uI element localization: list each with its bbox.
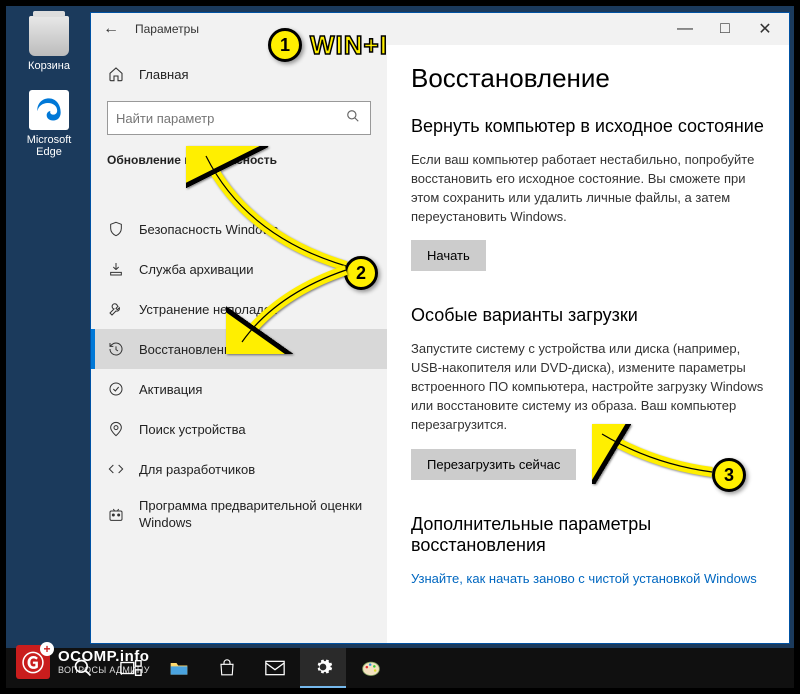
home-icon [107,65,125,83]
sidebar-item-label: Для разработчиков [139,462,255,477]
shield-icon [107,220,125,238]
sidebar-item-find-device[interactable]: Поиск устройства [91,409,387,449]
sidebar-item-troubleshoot[interactable]: Устранение неполадок [91,289,387,329]
icon-label: Корзина [14,60,84,72]
advanced-body: Запустите систему с устройства или диска… [411,340,765,434]
advanced-heading: Особые варианты загрузки [411,305,765,326]
desktop-icons: Корзина Microsoft Edge [14,16,84,176]
sidebar: Главная Обновление и безопасность Безопа… [91,45,387,643]
search-wrap [91,95,387,149]
code-icon [107,460,125,478]
sidebar-item-label: Поиск устройства [139,422,246,437]
history-icon [107,340,125,358]
backup-icon [107,260,125,278]
close-button[interactable]: ✕ [745,15,785,43]
sidebar-item-developers[interactable]: Для разработчиков [91,449,387,489]
insider-icon [107,506,125,524]
check-circle-icon [107,380,125,398]
taskbar [6,648,794,688]
sidebar-item-backup[interactable]: Служба архивации [91,249,387,289]
settings-body: Главная Обновление и безопасность Безопа… [91,45,789,643]
taskbar-mail-icon[interactable] [252,648,298,688]
sidebar-item-label: Программа предварительной оценки Windows [139,498,371,532]
sidebar-item-label: Служба архивации [139,262,254,277]
sidebar-home-label: Главная [139,67,188,82]
sidebar-item-label: Восстановление [139,342,238,357]
sidebar-item-insider[interactable]: Программа предварительной оценки Windows [91,489,387,541]
sidebar-home[interactable]: Главная [91,53,387,95]
fresh-start-link[interactable]: Узнайте, как начать заново с чистой уста… [411,571,757,586]
reset-start-button[interactable]: Начать [411,240,486,271]
titlebar: ← Параметры — □ ✕ [91,13,789,45]
window-title: Параметры [127,22,665,36]
sidebar-item-label: Активация [139,382,202,397]
start-button[interactable] [12,648,58,688]
sidebar-item-label: Устранение неполадок [139,302,277,317]
taskbar-explorer-icon[interactable] [156,648,202,688]
search-icon [346,109,362,128]
taskbar-settings-icon[interactable] [300,648,346,688]
maximize-button[interactable]: □ [705,15,745,43]
desktop: Корзина Microsoft Edge ← Параметры — □ ✕… [6,6,794,688]
taskbar-paint-icon[interactable] [348,648,394,688]
taskbar-taskview-icon[interactable] [108,648,154,688]
page-title: Восстановление [411,63,765,94]
settings-window: ← Параметры — □ ✕ Главная [90,12,790,644]
sidebar-item-activation[interactable]: Активация [91,369,387,409]
reset-body: Если ваш компьютер работает нестабильно,… [411,151,765,226]
content-pane: Восстановление Вернуть компьютер в исход… [387,45,789,643]
recycle-bin-icon[interactable]: Корзина [14,16,84,72]
minimize-button[interactable]: — [665,15,705,43]
microsoft-edge-icon[interactable]: Microsoft Edge [14,90,84,158]
taskbar-search-icon[interactable] [60,648,106,688]
back-button[interactable]: ← [95,20,127,38]
sidebar-item-recovery[interactable]: Восстановление [91,329,387,369]
sidebar-item-security[interactable]: Безопасность Windows [91,209,387,249]
search-box[interactable] [107,101,371,135]
icon-label: Microsoft Edge [14,134,84,158]
more-heading: Дополнительные параметры восстановления [411,514,765,556]
search-input[interactable] [116,111,346,126]
restart-now-button[interactable]: Перезагрузить сейчас [411,449,576,480]
wrench-icon [107,300,125,318]
sidebar-item-label: Безопасность Windows [139,222,278,237]
sidebar-section-title: Обновление и безопасность [91,149,387,187]
taskbar-store-icon[interactable] [204,648,250,688]
location-icon [107,420,125,438]
reset-heading: Вернуть компьютер в исходное состояние [411,116,765,137]
